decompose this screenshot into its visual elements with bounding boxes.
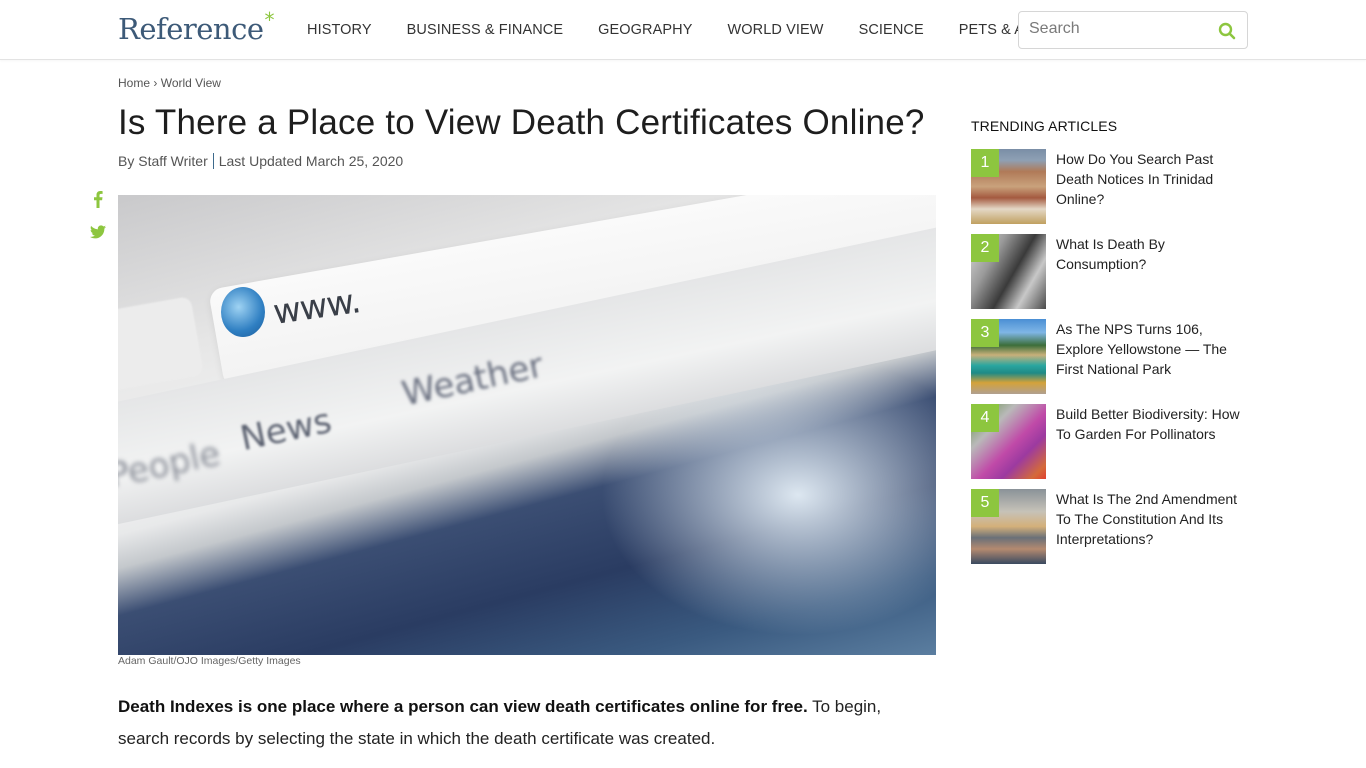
- search-input[interactable]: [1029, 20, 1209, 38]
- trending-title[interactable]: How Do You Search Past Death Notices In …: [1056, 149, 1251, 209]
- facebook-share-button[interactable]: [89, 190, 107, 208]
- trending-title[interactable]: What Is Death By Consumption?: [1056, 234, 1251, 274]
- site-logo[interactable]: Reference*: [118, 8, 274, 46]
- nav-world-view[interactable]: WORLD VIEW: [728, 22, 824, 38]
- rank-badge: 1: [971, 149, 999, 177]
- nav-geography[interactable]: GEOGRAPHY: [598, 22, 692, 38]
- nav-business-finance[interactable]: BUSINESS & FINANCE: [407, 22, 564, 38]
- last-updated: Last Updated March 25, 2020: [218, 153, 404, 169]
- trending-thumbnail[interactable]: 5: [971, 489, 1046, 564]
- trending-item[interactable]: 1 How Do You Search Past Death Notices I…: [971, 149, 1251, 224]
- trending-thumbnail[interactable]: 2: [971, 234, 1046, 309]
- search-box: [1018, 11, 1248, 49]
- rank-badge: 3: [971, 319, 999, 347]
- trending-thumbnail[interactable]: 3: [971, 319, 1046, 394]
- byline: By Staff Writer Last Updated March 25, 20…: [118, 153, 403, 169]
- trending-title[interactable]: What Is The 2nd Amendment To The Constit…: [1056, 489, 1251, 549]
- nav-history[interactable]: HISTORY: [307, 22, 372, 38]
- globe-icon: [221, 287, 265, 337]
- article-lead: Death Indexes is one place where a perso…: [118, 691, 918, 755]
- rank-badge: 4: [971, 404, 999, 432]
- trending-articles: TRENDING ARTICLES 1 How Do You Search Pa…: [971, 118, 1251, 564]
- image-caption: Adam Gault/OJO Images/Getty Images: [118, 655, 301, 667]
- search-icon[interactable]: [1217, 21, 1237, 41]
- trending-thumbnail[interactable]: 1: [971, 149, 1046, 224]
- author: By Staff Writer: [118, 153, 208, 169]
- trending-item[interactable]: 2 What Is Death By Consumption?: [971, 234, 1251, 309]
- main-nav: HISTORY BUSINESS & FINANCE GEOGRAPHY WOR…: [307, 22, 1114, 38]
- site-header: Reference* HISTORY BUSINESS & FINANCE GE…: [0, 0, 1366, 60]
- breadcrumb-world-view[interactable]: World View: [161, 76, 221, 90]
- trending-thumbnail[interactable]: 4: [971, 404, 1046, 479]
- rank-badge: 2: [971, 234, 999, 262]
- twitter-icon: [90, 225, 106, 239]
- trending-title[interactable]: Build Better Biodiversity: How To Garden…: [1056, 404, 1251, 444]
- hero-tab-shape: [118, 296, 205, 394]
- trending-item[interactable]: 5 What Is The 2nd Amendment To The Const…: [971, 489, 1251, 564]
- byline-divider: [212, 153, 214, 169]
- twitter-share-button[interactable]: [89, 223, 107, 241]
- logo-text: Reference: [118, 12, 264, 46]
- trending-heading: TRENDING ARTICLES: [971, 118, 1118, 134]
- lead-bold: Death Indexes is one place where a perso…: [118, 697, 808, 716]
- hero-image: www. People News Weather: [118, 195, 936, 655]
- trending-item[interactable]: 3 As The NPS Turns 106, Explore Yellowst…: [971, 319, 1251, 394]
- facebook-icon: [94, 190, 103, 208]
- trending-title[interactable]: As The NPS Turns 106, Explore Yellowston…: [1056, 319, 1251, 379]
- breadcrumb-home[interactable]: Home: [118, 76, 150, 90]
- breadcrumb: Home › World View: [118, 76, 221, 90]
- page-title: Is There a Place to View Death Certifica…: [118, 103, 925, 142]
- nav-science[interactable]: SCIENCE: [859, 22, 924, 38]
- breadcrumb-separator: ›: [153, 76, 158, 90]
- logo-asterisk-icon: *: [264, 8, 275, 32]
- trending-item[interactable]: 4 Build Better Biodiversity: How To Gard…: [971, 404, 1251, 479]
- rank-badge: 5: [971, 489, 999, 517]
